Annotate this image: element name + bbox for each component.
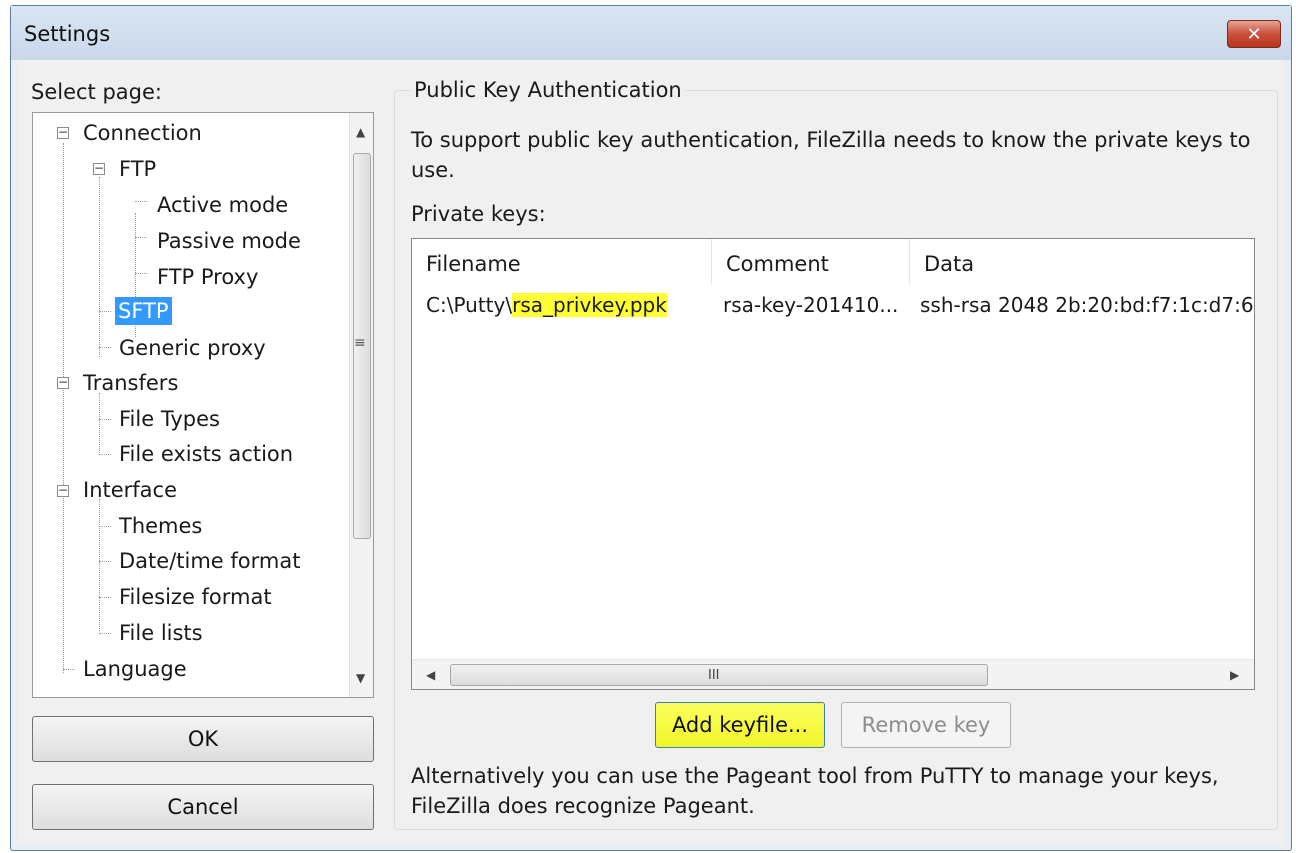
- arrow-right-icon[interactable]: ▶: [1230, 668, 1239, 682]
- tree-item-label: Active mode: [157, 193, 289, 217]
- tree-item-label: Date/time format: [119, 549, 301, 573]
- cell-data: ssh-rsa 2048 2b:20:bd:f7:1c:d7:6e: [920, 293, 1255, 317]
- intro-text-line2: use.: [411, 158, 455, 182]
- tree-item-language[interactable]: Language: [83, 653, 187, 685]
- tree-item-file-exists-action[interactable]: File exists action: [119, 438, 293, 470]
- tree-item-sftp[interactable]: SFTP: [115, 295, 172, 327]
- settings-window: Settings ✕ Select page: − − − − Connecti…: [10, 5, 1292, 851]
- tree-item-label: Interface: [83, 478, 178, 502]
- tree-connector: [99, 177, 100, 357]
- tree-connector: [63, 669, 75, 670]
- tree-item-interface[interactable]: Interface: [83, 474, 177, 506]
- collapse-icon[interactable]: −: [57, 484, 69, 497]
- tree-connector: [99, 561, 111, 562]
- tree-connector: [135, 273, 147, 274]
- tree-item-date-time-format[interactable]: Date/time format: [119, 545, 300, 577]
- tree-item-active-mode[interactable]: Active mode: [157, 189, 288, 221]
- select-page-label: Select page:: [31, 80, 162, 104]
- tree-connector: [99, 347, 111, 348]
- tree-item-label: FTP: [119, 157, 157, 181]
- remove-key-button[interactable]: Remove key: [841, 702, 1011, 748]
- arrow-up-icon[interactable]: ▲: [356, 125, 365, 139]
- tree-item-label: Generic proxy: [119, 336, 266, 360]
- tree-item-transfers[interactable]: Transfers: [83, 367, 178, 399]
- window-title: Settings: [24, 22, 111, 46]
- tree-item-label: Language: [83, 657, 187, 681]
- tree-item-label: File exists action: [119, 442, 294, 466]
- tree-item-label: File lists: [119, 621, 203, 645]
- tree-item-ftp[interactable]: FTP: [119, 153, 156, 185]
- tree-connector: [135, 201, 147, 202]
- group-title: Public Key Authentication: [410, 78, 686, 102]
- tree-item-file-lists[interactable]: File lists: [119, 617, 203, 649]
- column-header-filename[interactable]: Filename: [412, 239, 712, 285]
- ok-button[interactable]: OK: [32, 716, 374, 762]
- tree-connector: [99, 311, 111, 312]
- settings-page-tree[interactable]: − − − − Connection FTP Active mode Passi…: [32, 112, 374, 698]
- tree-vertical-scrollbar[interactable]: ▲ ≡ ▼: [349, 113, 373, 697]
- tree-item-filesize-format[interactable]: Filesize format: [119, 581, 272, 613]
- close-button[interactable]: ✕: [1227, 20, 1281, 48]
- tree-connector: [99, 597, 111, 598]
- tree-connector: [135, 237, 147, 238]
- arrow-left-icon[interactable]: ◀: [426, 668, 435, 682]
- tree-item-label: SFTP: [115, 297, 172, 325]
- tree-item-label: Transfers: [83, 371, 179, 395]
- add-keyfile-button[interactable]: Add keyfile...: [655, 702, 825, 748]
- tree-item-generic-proxy[interactable]: Generic proxy: [119, 332, 266, 364]
- close-icon: ✕: [1246, 23, 1262, 45]
- tree-item-label: Connection: [83, 121, 202, 145]
- tree-item-label: FTP Proxy: [157, 265, 259, 289]
- cell-comment: rsa-key-201410...: [723, 293, 899, 317]
- tree-item-passive-mode[interactable]: Passive mode: [157, 225, 301, 257]
- private-keys-label: Private keys:: [411, 202, 546, 226]
- grip-icon: III: [708, 668, 720, 683]
- column-header-data[interactable]: Data: [910, 239, 1254, 285]
- tree-item-file-types[interactable]: File Types: [119, 403, 220, 435]
- footer-text-line1: Alternatively you can use the Pageant to…: [411, 764, 1219, 788]
- tree-connector: [99, 454, 111, 455]
- filename-highlighted: rsa_privkey.ppk: [512, 293, 667, 317]
- tree-connector: [99, 526, 111, 527]
- title-bar: Settings ✕: [11, 6, 1291, 60]
- tree-item-label: File Types: [119, 407, 220, 431]
- tree-item-ftp-proxy[interactable]: FTP Proxy: [157, 261, 258, 293]
- dialog-client-area: Select page: − − − − Connection FTP Acti…: [18, 60, 1284, 844]
- tree-item-label: Filesize format: [119, 585, 272, 609]
- tree-item-connection[interactable]: Connection: [83, 117, 202, 149]
- list-horizontal-scrollbar[interactable]: ◀ III ▶: [412, 659, 1254, 689]
- collapse-icon[interactable]: −: [57, 126, 69, 139]
- tree-connector: [63, 143, 64, 673]
- grip-icon: ≡: [354, 335, 366, 351]
- footer-text-line2: FileZilla does recognize Pageant.: [411, 794, 755, 818]
- private-keys-list[interactable]: Filename Comment Data C:\Putty\rsa_privk…: [411, 238, 1255, 690]
- intro-text-line1: To support public key authentication, Fi…: [411, 128, 1251, 152]
- arrow-down-icon[interactable]: ▼: [356, 671, 365, 685]
- cell-filename: C:\Putty\rsa_privkey.ppk: [426, 293, 716, 317]
- cancel-button[interactable]: Cancel: [32, 784, 374, 830]
- list-header: Filename Comment Data: [412, 239, 1254, 285]
- tree-connector: [99, 499, 100, 631]
- tree-connector: [99, 633, 111, 634]
- tree-connector: [99, 419, 111, 420]
- collapse-icon[interactable]: −: [57, 376, 69, 389]
- collapse-icon[interactable]: −: [93, 162, 105, 175]
- tree-item-label: Passive mode: [157, 229, 301, 253]
- tree-item-label: Themes: [119, 514, 203, 538]
- column-header-comment[interactable]: Comment: [712, 239, 910, 285]
- tree-item-themes[interactable]: Themes: [119, 510, 202, 542]
- filename-path: C:\Putty\: [426, 293, 513, 317]
- tree-connector: [99, 393, 100, 453]
